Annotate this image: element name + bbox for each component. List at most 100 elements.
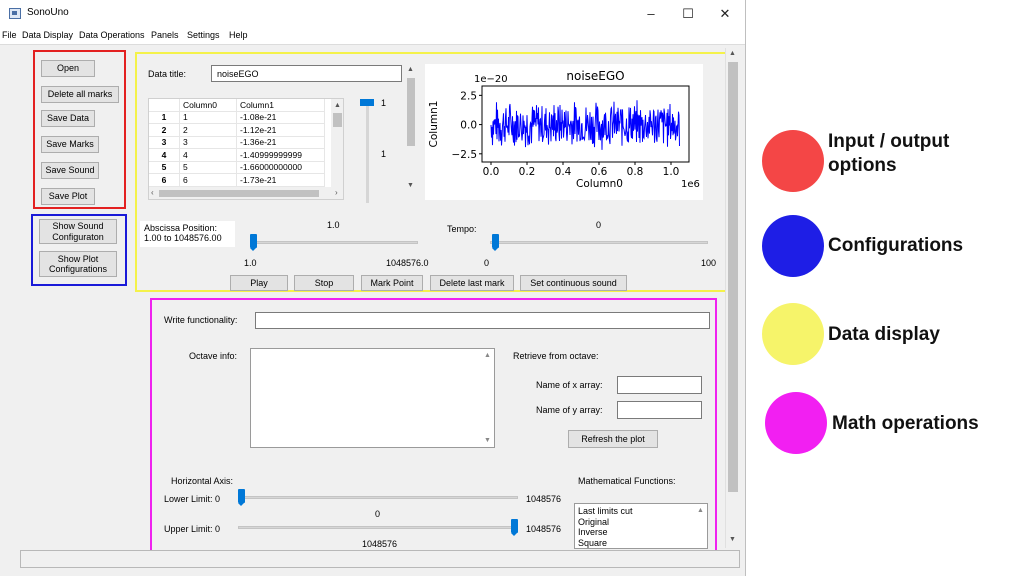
scroll-up-arrow-icon[interactable]: ▲ xyxy=(729,50,736,57)
main-vscrollbar[interactable]: ▲ ▼ xyxy=(725,48,740,548)
tempo-slider-thumb[interactable] xyxy=(492,234,499,251)
x-offset-label: 1e6 xyxy=(681,179,700,190)
upper-limit-slider-thumb[interactable] xyxy=(511,519,518,536)
scroll-left-arrow-icon[interactable]: ‹ xyxy=(151,188,154,197)
table-row[interactable]: 2 2 -1.12e-21 xyxy=(149,123,325,137)
menu-settings[interactable]: Settings xyxy=(187,30,220,40)
table-row[interactable]: 1 1 -1.08e-21 xyxy=(149,111,325,124)
vertical-slider-track[interactable] xyxy=(366,103,369,203)
write-functionality-input[interactable] xyxy=(255,312,710,329)
maximize-button[interactable]: ☐ xyxy=(673,4,703,24)
menu-file[interactable]: File xyxy=(2,30,17,40)
table-hscrollbar[interactable]: ‹ › xyxy=(149,187,343,199)
tempo-slider-track[interactable] xyxy=(490,241,708,244)
retrieve-octave-label: Retrieve from octave: xyxy=(513,351,599,361)
vertical-slider-thumb[interactable] xyxy=(360,99,374,106)
scrollbar-thumb[interactable] xyxy=(159,190,319,197)
octave-info-textarea[interactable]: ▲ ▼ xyxy=(250,348,495,448)
table-row[interactable]: 3 3 -1.36e-21 xyxy=(149,136,325,149)
show-sound-config-button[interactable]: Show Sound Configuraton xyxy=(39,219,117,244)
stop-button[interactable]: Stop xyxy=(294,275,354,291)
upper-limit-slider-track[interactable] xyxy=(238,526,518,529)
table-cell[interactable]: -1.12e-21 xyxy=(236,123,325,137)
row-header: 2 xyxy=(149,123,180,137)
lower-limit-slider-thumb[interactable] xyxy=(238,489,245,506)
legend-dot-math xyxy=(765,392,827,454)
scrollbar-thumb[interactable] xyxy=(333,113,342,127)
scroll-up-arrow-icon[interactable]: ▲ xyxy=(334,102,341,109)
table-row[interactable]: 4 4 -1.40999999999 xyxy=(149,148,325,162)
abscissa-label: Abscissa Position: xyxy=(144,223,218,233)
save-plot-button[interactable]: Save Plot xyxy=(41,188,95,205)
table-row[interactable]: 5 5 -1.66000000000 xyxy=(149,161,325,174)
row-header: 6 xyxy=(149,173,180,187)
x-array-label: Name of x array: xyxy=(536,380,603,390)
panel-vscrollbar[interactable]: ▲ ▼ xyxy=(405,64,417,194)
horizontal-axis-label: Horizontal Axis: xyxy=(171,476,234,486)
math-functions-label: Mathematical Functions: xyxy=(578,476,676,486)
scroll-down-arrow-icon[interactable]: ▼ xyxy=(729,536,736,543)
table-cell[interactable]: -1.40999999999 xyxy=(236,148,325,162)
menu-panels[interactable]: Panels xyxy=(151,30,179,40)
minimize-button[interactable]: – xyxy=(636,4,666,24)
table-cell[interactable]: 4 xyxy=(179,148,237,162)
list-item[interactable]: Square xyxy=(578,538,704,549)
save-sound-button[interactable]: Save Sound xyxy=(41,162,99,179)
menu-data-display[interactable]: Data Display xyxy=(22,30,73,40)
table-vscrollbar[interactable]: ▲ xyxy=(331,99,343,187)
table-cell[interactable]: -1.73e-21 xyxy=(236,173,325,187)
menu-data-operations[interactable]: Data Operations xyxy=(79,30,145,40)
abscissa-slider-track[interactable] xyxy=(250,241,418,244)
delete-all-marks-button[interactable]: Delete all marks xyxy=(41,86,119,103)
list-item[interactable]: Inverse xyxy=(578,527,704,538)
table-cell[interactable]: 5 xyxy=(179,161,237,174)
table-row[interactable]: 6 6 -1.73e-21 xyxy=(149,173,325,187)
table-cell[interactable]: 1 xyxy=(179,111,237,124)
legend-label-io: Input / output options xyxy=(828,131,950,176)
abscissa-range: 1.00 to 1048576.00 xyxy=(144,233,222,243)
delete-last-mark-button[interactable]: Delete last mark xyxy=(430,275,514,291)
scrollbar-thumb[interactable] xyxy=(728,62,738,492)
table-cell[interactable]: 6 xyxy=(179,173,237,187)
vertical-slider-value: 1 xyxy=(381,149,387,159)
save-marks-button[interactable]: Save Marks xyxy=(41,136,99,153)
plot-area[interactable]: 0.0 0.2 0.4 0.6 0.8 1.0 2.5 0.0 −2.5 noiseEGO 1e−2… xyxy=(425,64,703,200)
close-button[interactable]: ✕ xyxy=(710,4,740,24)
table-cell[interactable]: -1.08e-21 xyxy=(236,111,325,124)
math-functions-list[interactable]: Last limits cut Original Inverse Square … xyxy=(574,503,708,549)
list-item[interactable]: Original xyxy=(578,517,704,528)
lower-limit-slider-track[interactable] xyxy=(238,496,518,499)
data-title-input[interactable]: noiseEGO xyxy=(211,65,402,82)
refresh-plot-button[interactable]: Refresh the plot xyxy=(568,430,658,448)
mark-point-button[interactable]: Mark Point xyxy=(361,275,423,291)
open-button[interactable]: Open xyxy=(41,60,95,77)
y-array-input[interactable] xyxy=(617,401,702,419)
scrollbar-thumb[interactable] xyxy=(407,78,415,146)
window-title: SonoUno xyxy=(27,7,69,18)
data-table[interactable]: Column0 Column1 1 1 -1.08e-21 2 2 -1.12e-21 … xyxy=(148,98,344,200)
table-cell[interactable]: -1.36e-21 xyxy=(236,136,325,149)
x-array-input[interactable] xyxy=(617,376,702,394)
scroll-up-arrow-icon[interactable]: ▲ xyxy=(407,66,414,73)
save-data-button[interactable]: Save Data xyxy=(41,110,95,127)
tempo-max: 100 xyxy=(701,258,717,268)
set-continuous-sound-button[interactable]: Set continuous sound xyxy=(520,275,627,291)
scroll-up-arrow-icon[interactable]: ▲ xyxy=(697,507,704,514)
legend-dot-data-display xyxy=(762,303,824,365)
scroll-up-arrow-icon[interactable]: ▲ xyxy=(484,352,491,359)
abscissa-slider-thumb[interactable] xyxy=(250,234,257,251)
column-header[interactable]: Column0 xyxy=(179,99,237,112)
scroll-right-arrow-icon[interactable]: › xyxy=(335,188,338,197)
table-cell[interactable]: 3 xyxy=(179,136,237,149)
table-cell[interactable]: 2 xyxy=(179,123,237,137)
show-plot-config-button[interactable]: Show Plot Configurations xyxy=(39,251,117,277)
lower-limit-value: 0 xyxy=(375,509,381,519)
table-cell[interactable]: -1.66000000000 xyxy=(236,161,325,174)
column-header[interactable]: Column1 xyxy=(236,99,325,112)
play-button[interactable]: Play xyxy=(230,275,288,291)
menu-help[interactable]: Help xyxy=(229,30,248,40)
tempo-value: 0 xyxy=(596,220,602,230)
scroll-down-arrow-icon[interactable]: ▼ xyxy=(484,437,491,444)
list-item[interactable]: Last limits cut xyxy=(578,506,704,517)
scroll-down-arrow-icon[interactable]: ▼ xyxy=(407,182,414,189)
